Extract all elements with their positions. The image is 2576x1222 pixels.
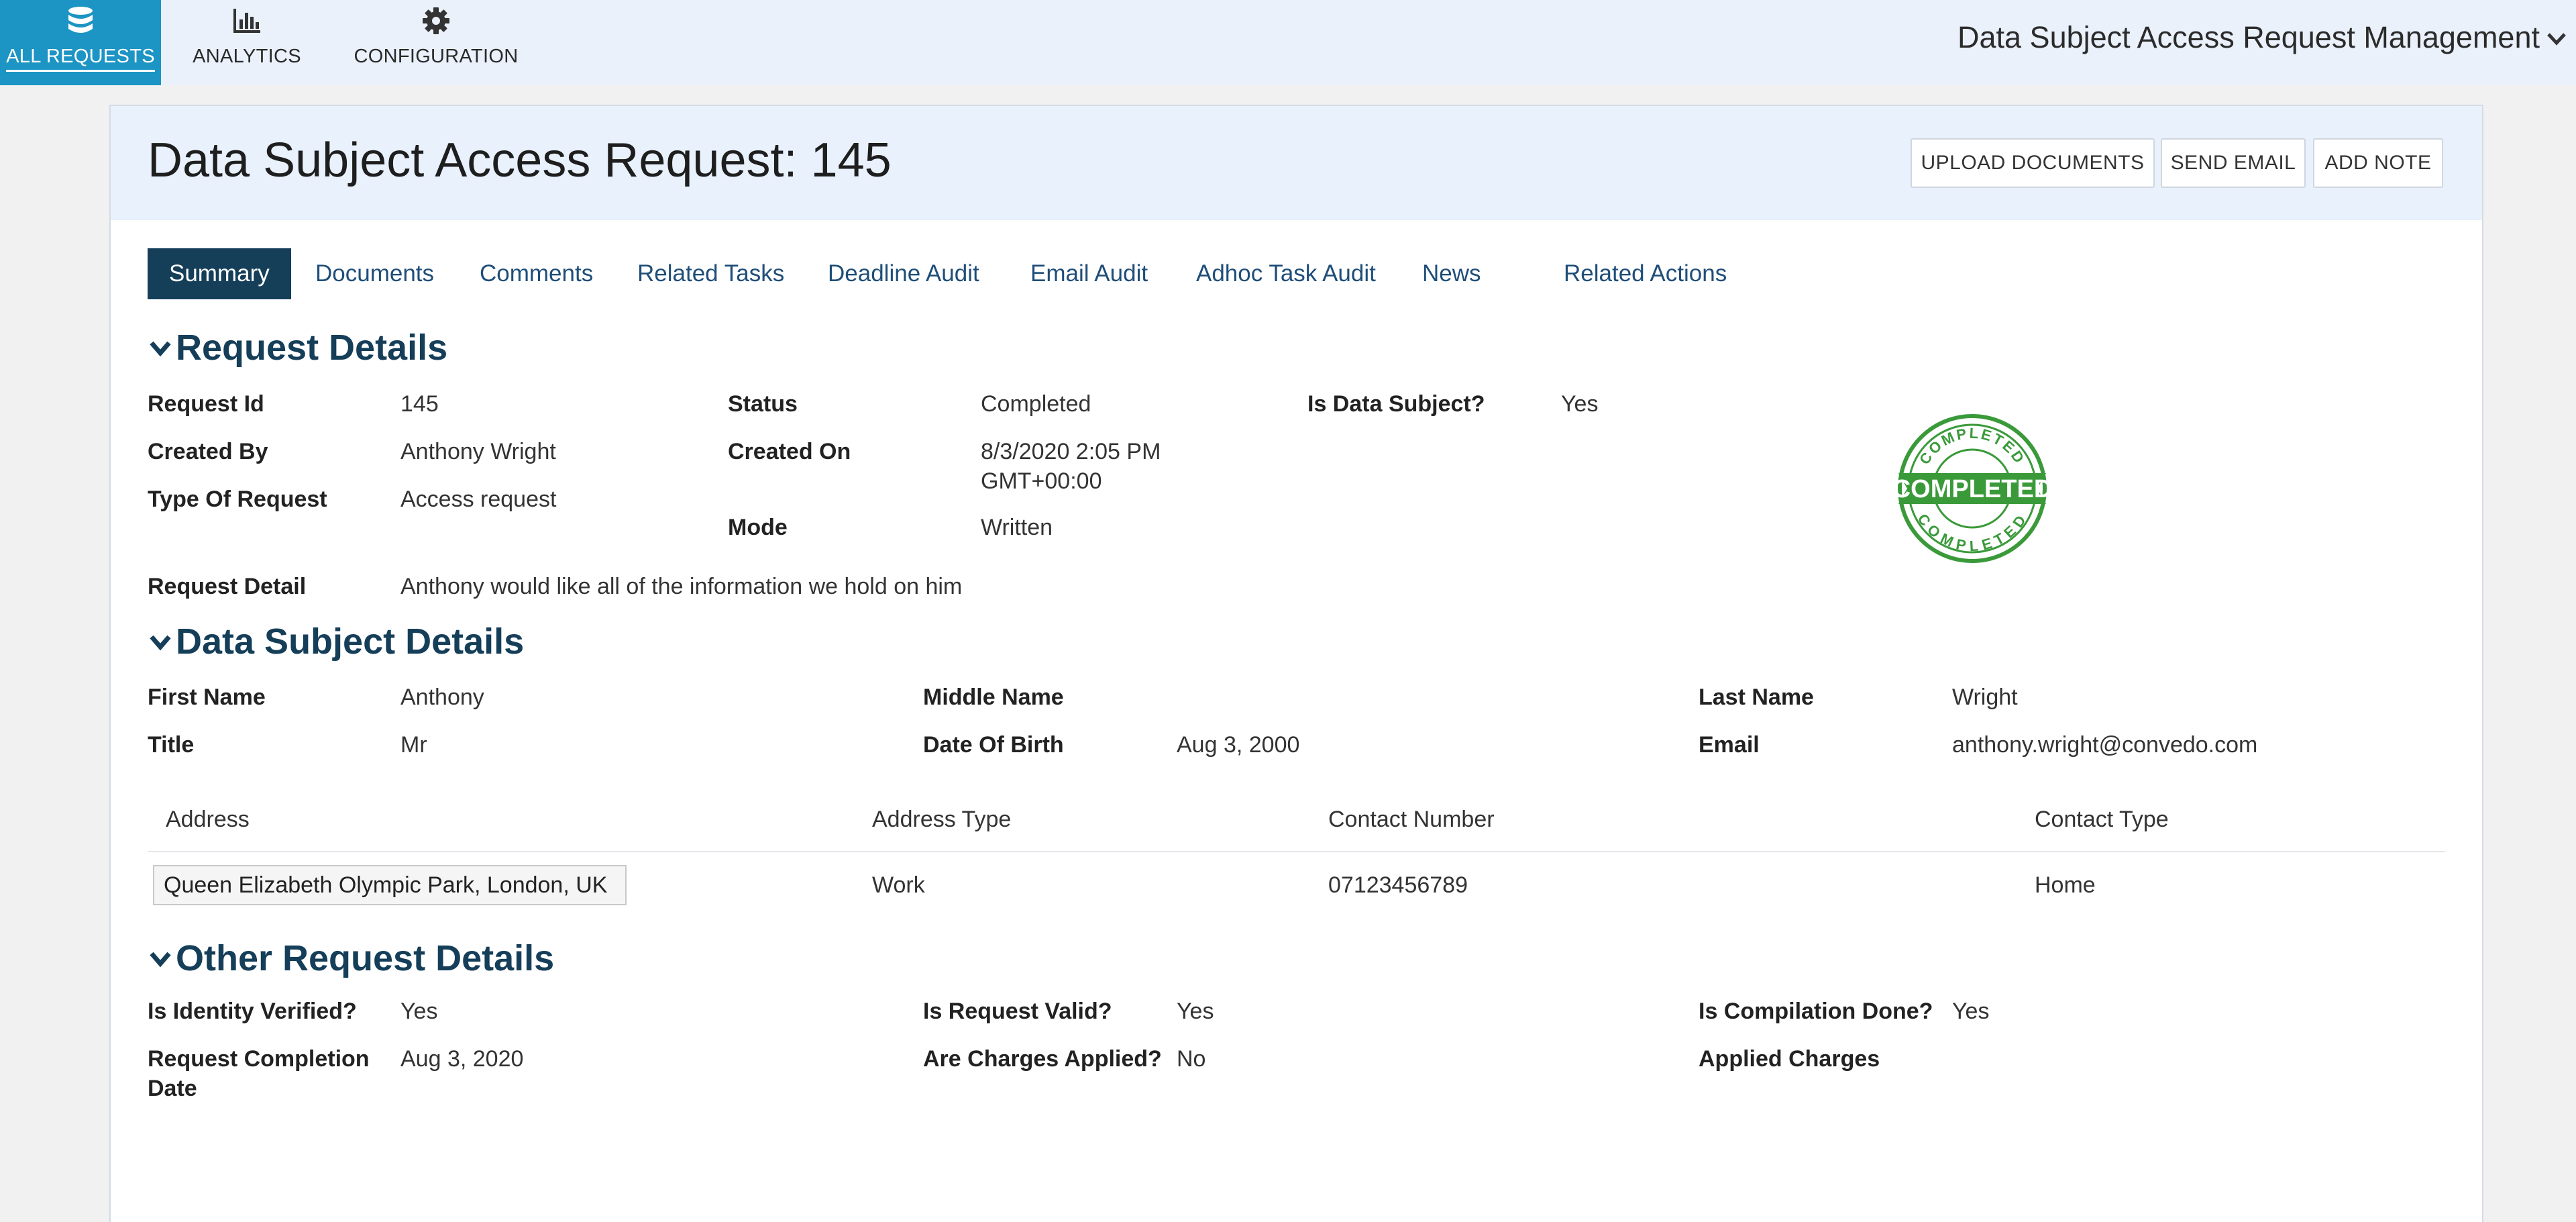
tab-related-tasks[interactable]: Related Tasks (637, 248, 784, 299)
first-name-label: First Name (148, 684, 266, 710)
completion-date-value: Aug 3, 2020 (400, 1046, 524, 1072)
address-column-header: Address (166, 807, 250, 832)
tab-related-actions[interactable]: Related Actions (1564, 248, 1727, 299)
request-detail-value: Anthony would like all of the informatio… (400, 574, 963, 599)
tab-summary[interactable]: Summary (148, 248, 291, 299)
chevron-down-icon[interactable] (2546, 28, 2567, 48)
stamp-top-text: COMPLETED (1916, 425, 2027, 468)
address-value[interactable]: Queen Elizabeth Olympic Park, London, UK (153, 865, 627, 905)
section-request-details[interactable]: Request Details (148, 327, 447, 368)
table-divider (1311, 851, 2445, 852)
section-heading: Data Subject Details (176, 621, 525, 662)
contact-type-value: Home (2035, 872, 2096, 898)
nav-label: ANALYTICS (193, 46, 301, 67)
applied-charges-label: Applied Charges (1699, 1046, 1880, 1072)
identity-verified-label: Is Identity Verified? (148, 999, 357, 1024)
mode-value: Written (981, 515, 1053, 540)
mode-label: Mode (728, 515, 788, 540)
type-of-request-label: Type Of Request (148, 487, 327, 512)
add-note-button[interactable]: ADD NOTE (2313, 138, 2443, 188)
completion-date-label: Request Completion (148, 1046, 370, 1072)
created-on-value: 8/3/2020 2:05 PM (981, 439, 1161, 464)
request-valid-label: Is Request Valid? (923, 999, 1112, 1024)
type-of-request-value: Access request (400, 487, 557, 512)
upload-documents-button[interactable]: UPLOAD DOCUMENTS (1911, 138, 2155, 188)
address-type-value: Work (872, 872, 925, 898)
card-header: Data Subject Access Request: 145 UPLOAD … (111, 106, 2482, 220)
status-value: Completed (981, 391, 1091, 417)
section-heading: Other Request Details (176, 938, 555, 978)
created-by-label: Created By (148, 439, 268, 464)
address-type-column-header: Address Type (872, 807, 1012, 832)
request-id-label: Request Id (148, 391, 264, 417)
tab-email-audit[interactable]: Email Audit (1030, 248, 1148, 299)
top-nav-bar: ALL REQUESTS ANALYTICS CONFIGURATION Dat… (0, 0, 2576, 85)
title-label: Title (148, 732, 195, 758)
tab-adhoc-task-audit[interactable]: Adhoc Task Audit (1196, 248, 1376, 299)
contact-number-value: 07123456789 (1328, 872, 1468, 898)
is-data-subject-label: Is Data Subject? (1307, 391, 1485, 417)
email-label: Email (1699, 732, 1760, 758)
chevron-down-icon (150, 341, 171, 357)
title-value: Mr (400, 732, 427, 758)
gear-icon (422, 5, 450, 36)
is-data-subject-value: Yes (1561, 391, 1599, 417)
page-title: Data Subject Access Request: 145 (148, 134, 892, 187)
tab-news[interactable]: News (1422, 248, 1481, 299)
svg-text:COMPLETED: COMPLETED (1916, 425, 2029, 468)
last-name-value: Wright (1952, 684, 2018, 710)
last-name-label: Last Name (1699, 684, 1814, 710)
nav-all-requests[interactable]: ALL REQUESTS (0, 0, 161, 85)
nav-analytics[interactable]: ANALYTICS (182, 0, 311, 85)
nav-configuration[interactable]: CONFIGURATION (342, 0, 530, 85)
compilation-done-label: Is Compilation Done? (1699, 999, 1933, 1024)
chevron-down-icon (150, 635, 171, 651)
middle-name-label: Middle Name (923, 684, 1064, 710)
created-by-value: Anthony Wright (400, 439, 556, 464)
tab-comments[interactable]: Comments (480, 248, 593, 299)
stamp-center-text: COMPLETED (1895, 475, 2049, 503)
section-heading: Request Details (176, 327, 448, 368)
tab-deadline-audit[interactable]: Deadline Audit (828, 248, 979, 299)
database-icon (66, 5, 95, 36)
table-divider (148, 851, 1389, 852)
app-title[interactable]: Data Subject Access Request Management (1957, 20, 2540, 55)
date-of-birth-label: Date Of Birth (923, 732, 1064, 758)
request-valid-value: Yes (1177, 999, 1214, 1024)
email-value: anthony.wright@convedo.com (1952, 732, 2258, 758)
identity-verified-value: Yes (400, 999, 438, 1024)
contact-type-column-header: Contact Type (2035, 807, 2169, 832)
nav-label: CONFIGURATION (354, 46, 519, 67)
created-on-label: Created On (728, 439, 851, 464)
date-of-birth-value: Aug 3, 2000 (1177, 732, 1300, 758)
first-name-value: Anthony (400, 684, 484, 710)
completion-date-label-cont: Date (148, 1076, 197, 1101)
tab-documents[interactable]: Documents (315, 248, 434, 299)
section-data-subject-details[interactable]: Data Subject Details (148, 621, 524, 662)
completed-stamp-icon: COMPLETED COMPLETED COMPLETED (1895, 414, 2049, 563)
contact-number-column-header: Contact Number (1328, 807, 1495, 832)
charges-applied-label: Are Charges Applied? (923, 1046, 1162, 1072)
chevron-down-icon (150, 952, 171, 968)
request-id-value: 145 (400, 391, 439, 417)
request-detail-label: Request Detail (148, 574, 307, 599)
send-email-button[interactable]: SEND EMAIL (2161, 138, 2306, 188)
created-on-timezone: GMT+00:00 (981, 468, 1102, 494)
nav-label: ALL REQUESTS (6, 46, 155, 72)
status-label: Status (728, 391, 798, 417)
request-card: Data Subject Access Request: 145 UPLOAD … (109, 105, 2483, 1222)
charges-applied-value: No (1177, 1046, 1206, 1072)
compilation-done-value: Yes (1952, 999, 1990, 1024)
section-other-request-details[interactable]: Other Request Details (148, 938, 554, 978)
bar-chart-icon (232, 5, 262, 36)
